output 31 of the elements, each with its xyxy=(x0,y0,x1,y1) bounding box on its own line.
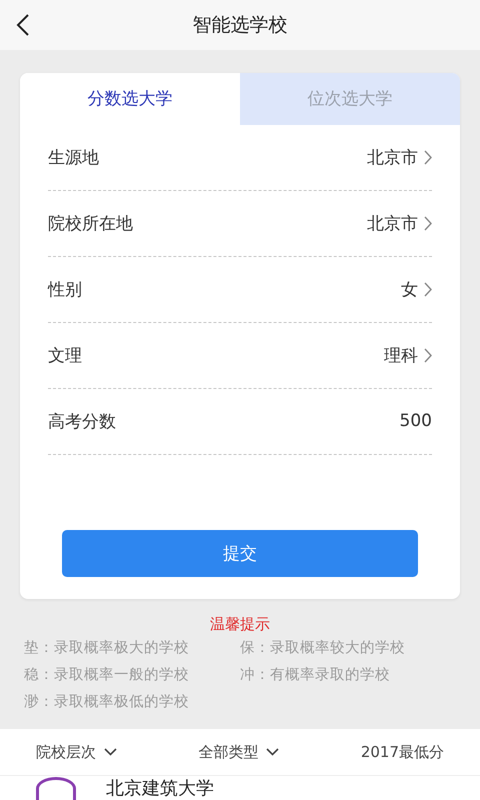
back-icon[interactable] xyxy=(16,14,30,36)
page-title: 智能选学校 xyxy=(192,12,288,38)
chevron-right-icon xyxy=(424,216,432,231)
field-label: 生源地 xyxy=(48,146,99,169)
chevron-down-icon xyxy=(266,748,280,756)
tips-title: 温馨提示 xyxy=(210,615,270,634)
select-field[interactable]: 北京市 xyxy=(367,212,432,235)
field-label: 性别 xyxy=(48,278,82,301)
select-field[interactable]: 北京市 xyxy=(367,146,432,169)
field-label: 文理 xyxy=(48,344,82,367)
chevron-right-icon xyxy=(424,282,432,297)
chevron-right-icon xyxy=(424,150,432,165)
score-input[interactable]: 500 xyxy=(312,411,432,432)
select-field[interactable]: 理科 xyxy=(384,344,432,367)
field-label: 高考分数 xyxy=(48,410,116,433)
school-name: 北京建筑大学 xyxy=(106,777,214,800)
column-label: 2017最低分 xyxy=(360,742,444,762)
tip-text: 保：录取概率较大的学校 xyxy=(240,638,406,658)
submit-button[interactable]: 提交 xyxy=(62,530,418,577)
filter-dropdown[interactable]: 院校层次 xyxy=(36,742,117,762)
tip-text: 垫：录取概率极大的学校 xyxy=(24,638,190,658)
tab[interactable]: 分数选大学 xyxy=(20,72,240,125)
field-label: 院校所在地 xyxy=(48,212,133,235)
tip-text: 冲：有概率录取的学校 xyxy=(240,666,391,684)
school-row[interactable]: 北京建筑大学 xyxy=(0,776,480,800)
chevron-right-icon xyxy=(424,348,432,363)
select-field[interactable]: 女 xyxy=(401,278,432,301)
chevron-down-icon xyxy=(104,748,117,756)
tip-text: 稳：录取概率一般的学校 xyxy=(24,666,190,684)
filter-dropdown[interactable]: 全部类型 xyxy=(198,742,280,762)
tip-text: 渺：录取概率极低的学校 xyxy=(24,692,190,712)
